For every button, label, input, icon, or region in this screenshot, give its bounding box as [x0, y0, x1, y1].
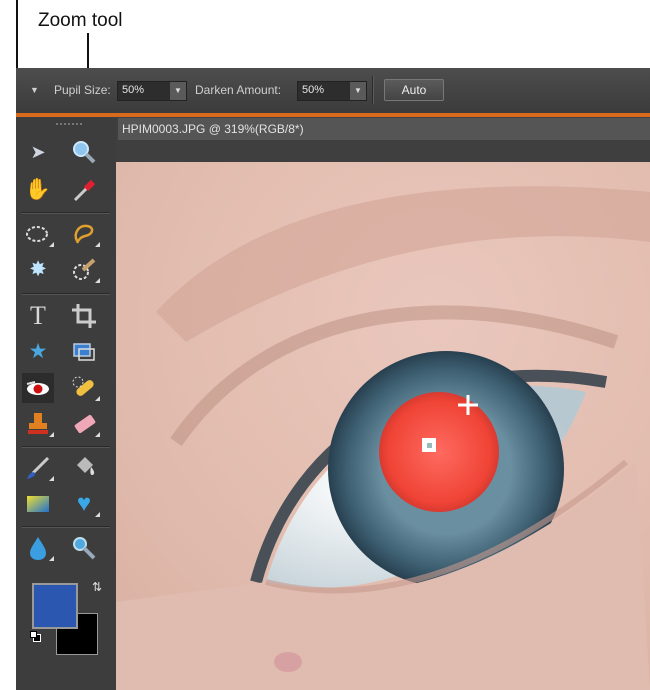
image-canvas[interactable]	[116, 162, 650, 690]
paint-bucket-tool-icon[interactable]	[68, 453, 100, 483]
zoom-tool-icon[interactable]	[68, 137, 100, 167]
default-colors-icon[interactable]	[30, 631, 41, 642]
darken-amount-label: Darken Amount:	[195, 83, 282, 97]
move-tool-icon[interactable]: ➤	[22, 137, 54, 167]
shape-tool-icon[interactable]: ♥	[68, 489, 100, 519]
lasso-tool-icon[interactable]	[68, 219, 100, 249]
blur-tool-icon[interactable]	[22, 533, 54, 563]
spot-healing-tool-icon[interactable]	[68, 373, 100, 403]
toolbox: ➤ ✋ ✸ T ★ ♥ ⇅	[16, 117, 116, 690]
eye-photo	[116, 162, 650, 690]
type-tool-icon[interactable]: T	[22, 301, 54, 331]
chevron-down-icon[interactable]: ▼	[350, 82, 366, 100]
marquee-tool-icon[interactable]	[22, 219, 54, 249]
toolbox-separator	[22, 526, 110, 528]
red-eye-removal-tool-icon[interactable]	[22, 373, 54, 403]
options-separator	[372, 76, 374, 104]
options-menu-arrow[interactable]: ▼	[30, 85, 39, 95]
swap-colors-icon[interactable]: ⇅	[92, 580, 102, 594]
toolbox-separator	[22, 293, 110, 295]
hand-tool-icon[interactable]: ✋	[22, 175, 54, 205]
pupil-size-value: 50%	[122, 84, 145, 96]
quick-selection-tool-icon[interactable]	[68, 255, 100, 285]
sponge-tool-icon[interactable]	[68, 533, 100, 563]
clone-stamp-tool-icon[interactable]	[22, 409, 54, 439]
magic-wand-tool-icon[interactable]: ✸	[22, 255, 54, 285]
gradient-tool-icon[interactable]	[22, 489, 54, 519]
darken-amount-value: 50%	[302, 84, 325, 96]
chevron-down-icon[interactable]: ▼	[170, 82, 186, 100]
toolbox-separator	[22, 446, 110, 448]
eraser-tool-icon[interactable]	[68, 409, 100, 439]
document-tab[interactable]: HPIM0003.JPG @ 319%(RGB/8*)	[118, 118, 650, 140]
toolbox-grip[interactable]	[56, 123, 82, 127]
crop-tool-icon[interactable]	[68, 301, 100, 331]
auto-button[interactable]: Auto	[384, 79, 444, 101]
eyedropper-tool-icon[interactable]	[68, 175, 100, 205]
photo-editor-window: ▼ Pupil Size: 50% ▼ Darken Amount: 50% ▼…	[16, 68, 650, 690]
foreground-color-swatch[interactable]	[32, 583, 78, 629]
custom-shape-tool-icon[interactable]: ★	[22, 337, 54, 367]
toolbox-separator	[22, 212, 110, 214]
darken-amount-dropdown[interactable]: 50% ▼	[297, 81, 367, 101]
zoom-tool-callout-label: Zoom tool	[38, 10, 123, 31]
cookie-cutter-tool-icon[interactable]	[68, 337, 100, 367]
tool-options-bar: ▼ Pupil Size: 50% ▼ Darken Amount: 50% ▼…	[16, 68, 650, 117]
brush-tool-icon[interactable]	[22, 453, 54, 483]
pupil-size-dropdown[interactable]: 50% ▼	[117, 81, 187, 101]
pupil-size-label: Pupil Size:	[54, 83, 111, 97]
